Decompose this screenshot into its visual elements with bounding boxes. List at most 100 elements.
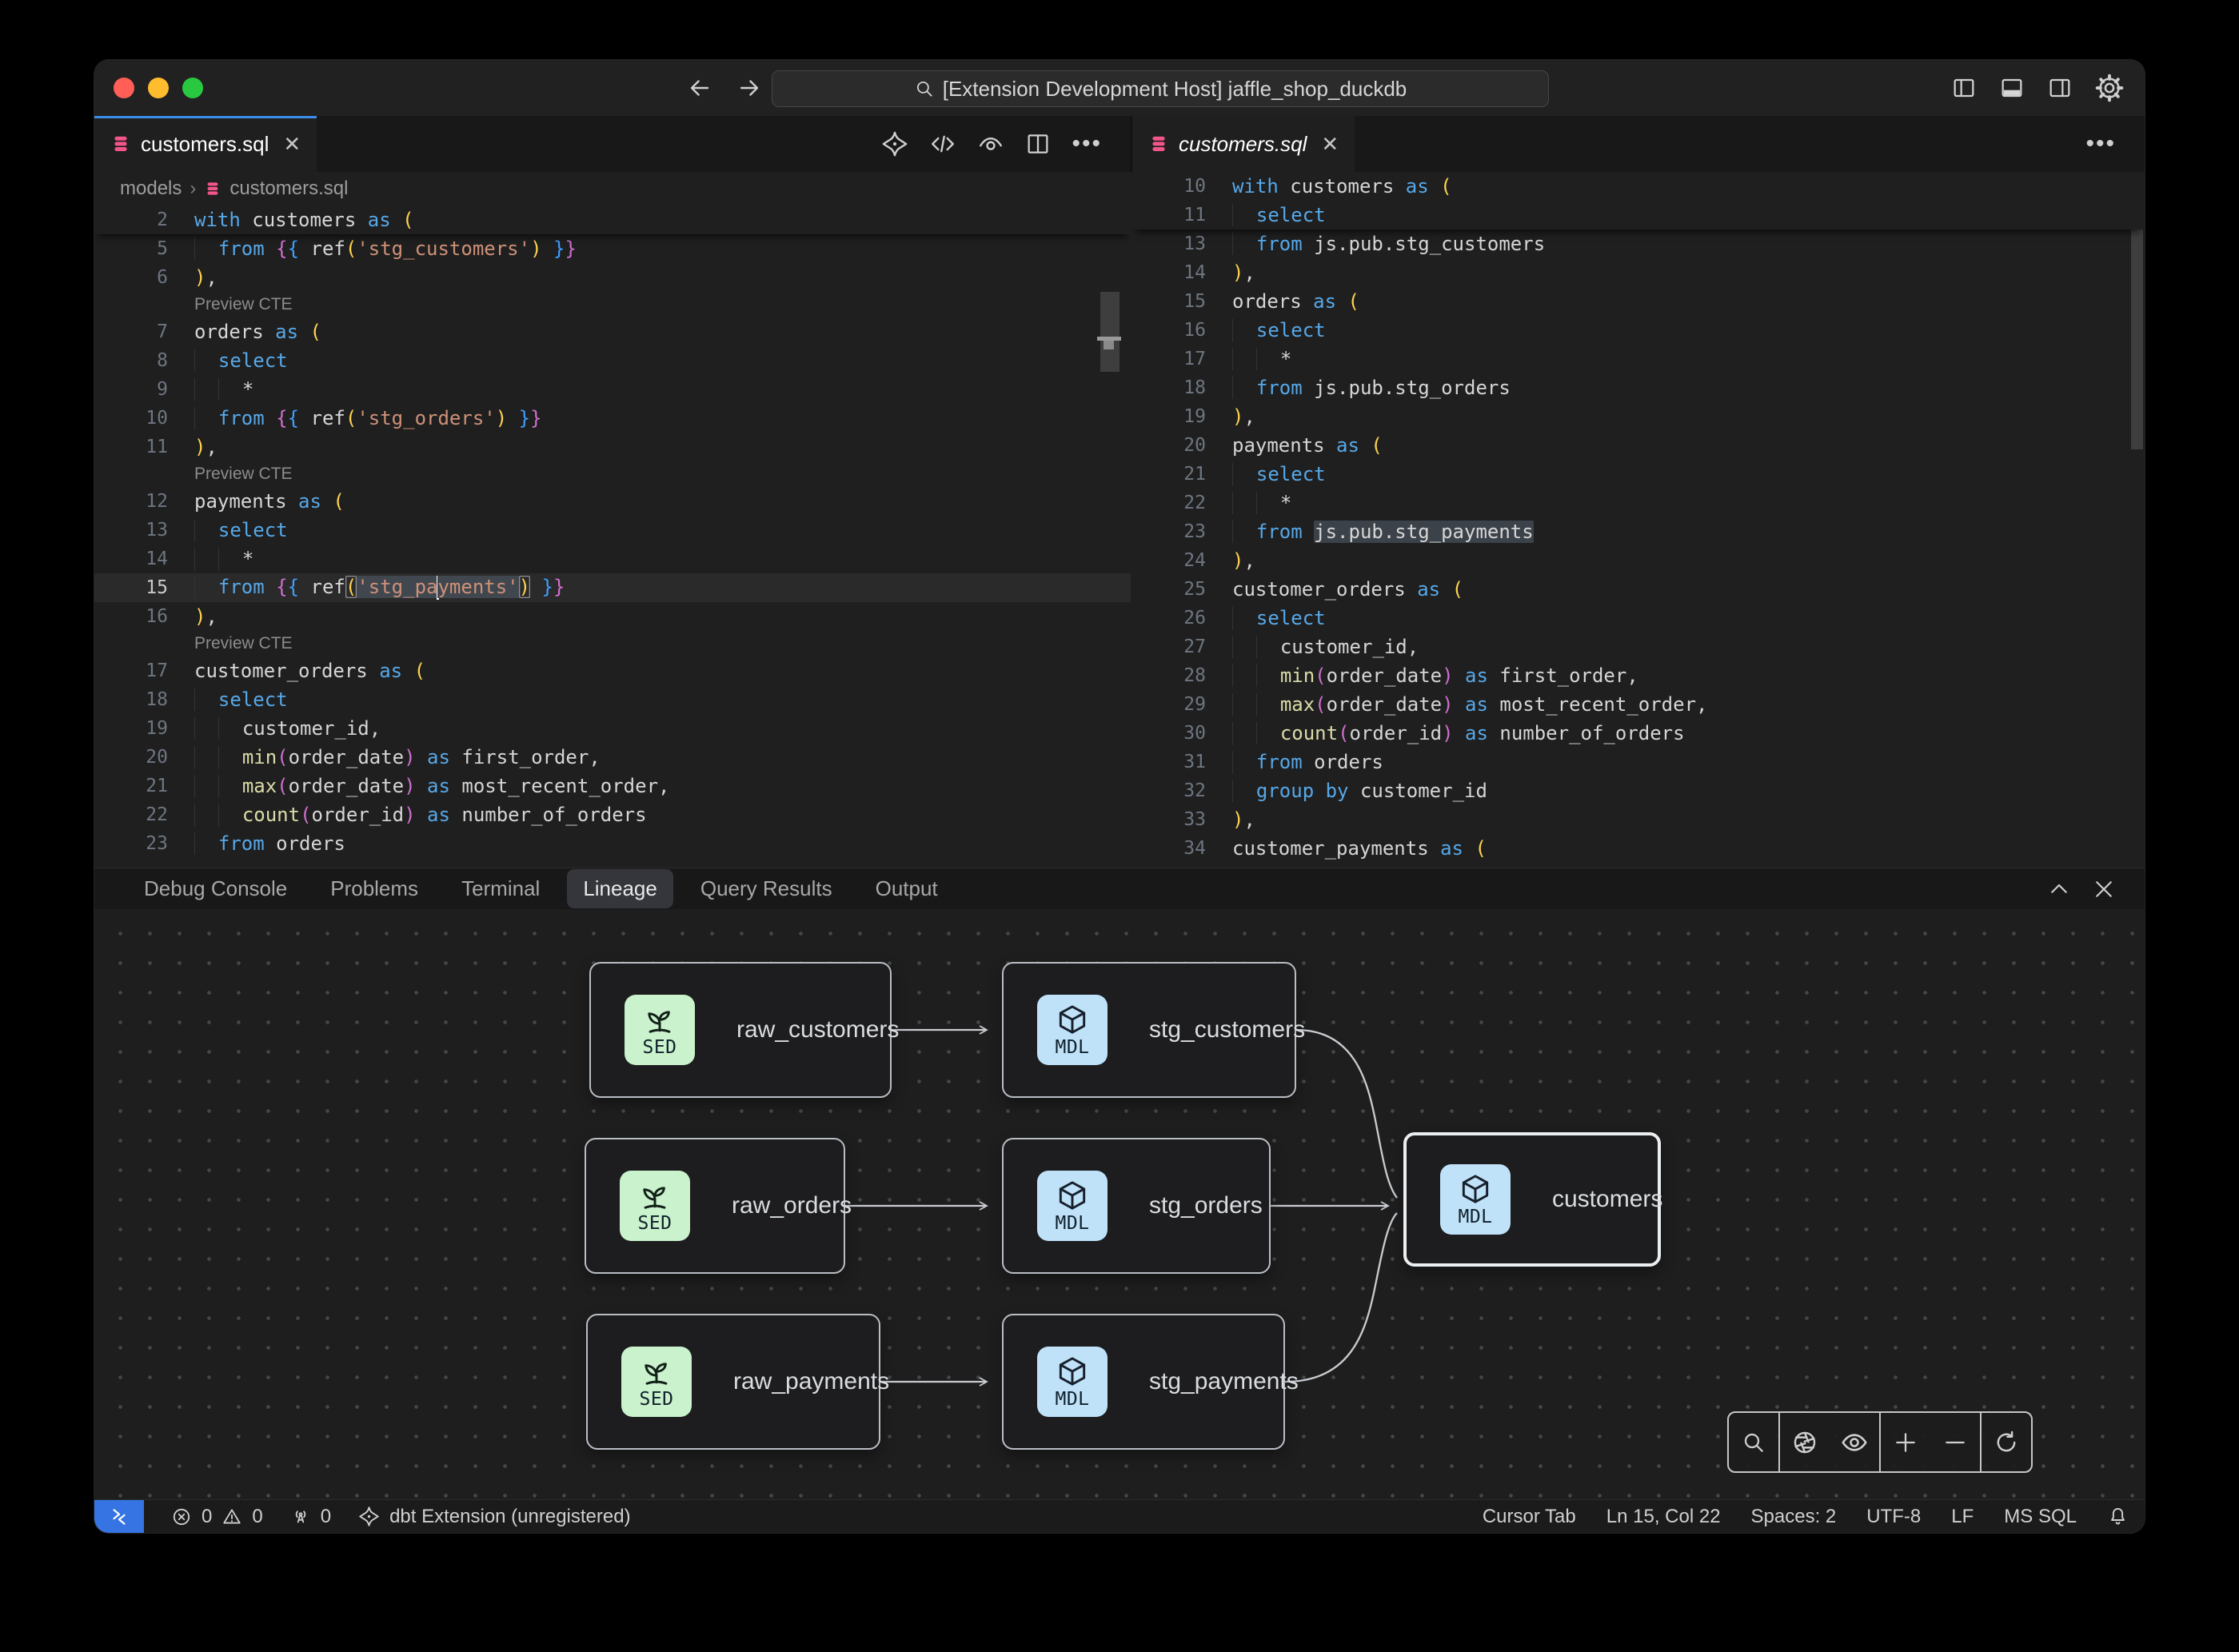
remote-indicator[interactable] xyxy=(94,1500,144,1534)
panel-tab-query-results[interactable]: Query Results xyxy=(684,869,848,908)
panel-tab-terminal[interactable]: Terminal xyxy=(445,869,556,908)
lineage-node-stg_orders[interactable]: MDLstg_orders xyxy=(1002,1138,1271,1274)
status-cursor-tab[interactable]: Cursor Tab xyxy=(1483,1506,1576,1528)
breadcrumb-file[interactable]: customers.sql xyxy=(229,178,348,200)
code-line-8[interactable]: 8 select xyxy=(94,346,1131,375)
lineage-node-raw_payments[interactable]: SEDraw_payments xyxy=(586,1314,880,1450)
maximize-panel-chevron-icon[interactable] xyxy=(2047,877,2071,901)
code-line-20[interactable]: 20payments as ( xyxy=(1132,431,2145,460)
lineage-zoom-in-button[interactable] xyxy=(1881,1411,1930,1473)
dbt-power-user-icon[interactable] xyxy=(881,130,908,158)
code-line-30[interactable]: 30 count(order_id) as number_of_orders xyxy=(1132,719,2145,748)
code-line-10[interactable]: 10 from {{ ref('stg_orders') }} xyxy=(94,404,1131,433)
code-line-2[interactable]: 2with customers as ( xyxy=(94,206,1131,234)
close-window-button[interactable] xyxy=(114,78,134,98)
lineage-canvas[interactable]: SEDraw_customers MDLstg_customers SEDraw… xyxy=(94,909,2145,1499)
status-line-col[interactable]: Ln 15, Col 22 xyxy=(1606,1506,1721,1528)
codelens-label[interactable]: Preview CTE xyxy=(168,295,293,314)
toggle-panel-icon[interactable] xyxy=(1999,75,2025,101)
zoom-window-button[interactable] xyxy=(182,78,203,98)
code-line-21[interactable]: 21 select xyxy=(1132,460,2145,489)
code-line-20[interactable]: 20 min(order_date) as first_order, xyxy=(94,743,1131,772)
code-line-22[interactable]: 22 * xyxy=(1132,489,2145,517)
code-line-18[interactable]: 18 from js.pub.stg_orders xyxy=(1132,373,2145,402)
code-line-21[interactable]: 21 max(order_date) as most_recent_order, xyxy=(94,772,1131,800)
code-line-5[interactable]: 5 from {{ ref('stg_customers') }} xyxy=(94,234,1131,263)
code-line-10[interactable]: 10with customers as ( xyxy=(1132,172,2145,201)
codelens-label[interactable]: Preview CTE xyxy=(168,465,293,484)
code-line-17[interactable]: 17customer_orders as ( xyxy=(94,656,1131,685)
lineage-node-stg_payments[interactable]: MDLstg_payments xyxy=(1002,1314,1285,1450)
code-line-22[interactable]: 22 count(order_id) as number_of_orders xyxy=(94,800,1131,829)
code-line-23[interactable]: 23 from js.pub.stg_payments xyxy=(1132,517,2145,546)
sticky-scroll[interactable]: 2with customers as ( xyxy=(94,206,1131,234)
settings-gear-icon[interactable] xyxy=(2095,74,2124,102)
editor-pane-compiled[interactable]: 10with customers as (11 select13 from js… xyxy=(1132,172,2145,868)
codelens-preview-cte[interactable]: Preview CTE xyxy=(94,631,1131,656)
status-language-mode[interactable]: MS SQL xyxy=(2004,1506,2077,1528)
go-forward-icon[interactable] xyxy=(736,74,763,102)
code-line-33[interactable]: 33), xyxy=(1132,805,2145,834)
lineage-search-button[interactable] xyxy=(1729,1411,1778,1473)
code-line-16[interactable]: 16 select xyxy=(1132,316,2145,345)
command-center-search[interactable]: [Extension Development Host] jaffle_shop… xyxy=(772,70,1549,107)
lineage-refresh-button[interactable] xyxy=(1982,1411,2031,1473)
split-editor-icon[interactable] xyxy=(1025,131,1051,157)
close-tab-icon[interactable]: ✕ xyxy=(1321,132,1339,157)
code-line-16[interactable]: 16), xyxy=(94,602,1131,631)
lineage-visibility-button[interactable] xyxy=(1830,1411,1879,1473)
panel-tab-problems[interactable]: Problems xyxy=(314,869,434,908)
code-line-27[interactable]: 27 customer_id, xyxy=(1132,632,2145,661)
code-line-28[interactable]: 28 min(order_date) as first_order, xyxy=(1132,661,2145,690)
lineage-node-raw_customers[interactable]: SEDraw_customers xyxy=(589,962,892,1098)
lineage-node-raw_orders[interactable]: SEDraw_orders xyxy=(585,1138,845,1274)
code-area-compiled[interactable]: 10with customers as (11 select13 from js… xyxy=(1132,172,2145,863)
code-line-26[interactable]: 26 select xyxy=(1132,604,2145,632)
status-encoding[interactable]: UTF-8 xyxy=(1866,1506,1921,1528)
lineage-node-stg_customers[interactable]: MDLstg_customers xyxy=(1002,962,1296,1098)
code-line-18[interactable]: 18 select xyxy=(94,685,1131,714)
code-line-24[interactable]: 24), xyxy=(1132,546,2145,575)
panel-tab-lineage[interactable]: Lineage xyxy=(567,869,673,908)
code-line-12[interactable]: 12payments as ( xyxy=(94,487,1131,516)
code-line-23[interactable]: 23 from orders xyxy=(94,829,1131,858)
code-line-11[interactable]: 11), xyxy=(94,433,1131,461)
forwarded-ports-status[interactable]: 0 xyxy=(290,1506,331,1528)
toggle-secondary-sidebar-icon[interactable] xyxy=(2047,75,2073,101)
tab-customers-sql-right[interactable]: customers.sql ✕ xyxy=(1132,116,1355,172)
minimize-window-button[interactable] xyxy=(148,78,169,98)
code-line-19[interactable]: 19 customer_id, xyxy=(94,714,1131,743)
more-actions-icon[interactable]: ••• xyxy=(1072,130,1102,158)
lineage-zoom-out-button[interactable] xyxy=(1930,1411,1980,1473)
panel-tab-debug-console[interactable]: Debug Console xyxy=(128,869,303,908)
preview-eye-icon[interactable] xyxy=(977,130,1004,158)
code-line-14[interactable]: 14 * xyxy=(94,545,1131,573)
sticky-scroll[interactable]: 10with customers as (11 select xyxy=(1132,172,2145,229)
code-line-29[interactable]: 29 max(order_date) as most_recent_order, xyxy=(1132,690,2145,719)
code-line-32[interactable]: 32 group by customer_id xyxy=(1132,776,2145,805)
tab-customers-sql-left[interactable]: customers.sql ✕ xyxy=(94,116,317,172)
code-line-19[interactable]: 19), xyxy=(1132,402,2145,431)
codelens-preview-cte[interactable]: Preview CTE xyxy=(94,461,1131,487)
code-line-13[interactable]: 13 from js.pub.stg_customers xyxy=(1132,229,2145,258)
code-line-6[interactable]: 6), xyxy=(94,263,1131,292)
lineage-node-customers[interactable]: MDLcustomers xyxy=(1403,1132,1661,1267)
codelens-label[interactable]: Preview CTE xyxy=(168,634,293,653)
go-back-icon[interactable] xyxy=(686,74,713,102)
breadcrumb[interactable]: models › customers.sql xyxy=(94,172,1131,206)
close-tab-icon[interactable]: ✕ xyxy=(283,132,301,157)
code-line-31[interactable]: 31 from orders xyxy=(1132,748,2145,776)
code-line-14[interactable]: 14), xyxy=(1132,258,2145,287)
code-line-15[interactable]: 15 from {{ ref('stg_payments') }} xyxy=(94,573,1131,602)
left-editor-scrollbar[interactable] xyxy=(1100,292,1120,372)
code-line-7[interactable]: 7orders as ( xyxy=(94,317,1131,346)
code-line-9[interactable]: 9 * xyxy=(94,375,1131,404)
code-line-17[interactable]: 17 * xyxy=(1132,345,2145,373)
code-line-34[interactable]: 34customer_payments as ( xyxy=(1132,834,2145,863)
status-indentation[interactable]: Spaces: 2 xyxy=(1751,1506,1837,1528)
code-line-11[interactable]: 11 select xyxy=(1132,201,2145,229)
problems-status[interactable]: 0 0 xyxy=(171,1506,263,1528)
code-area-source[interactable]: 2with customers as (5 from {{ ref('stg_c… xyxy=(94,206,1131,858)
more-actions-icon[interactable]: ••• xyxy=(2085,130,2116,158)
toggle-primary-sidebar-icon[interactable] xyxy=(1951,75,1977,101)
